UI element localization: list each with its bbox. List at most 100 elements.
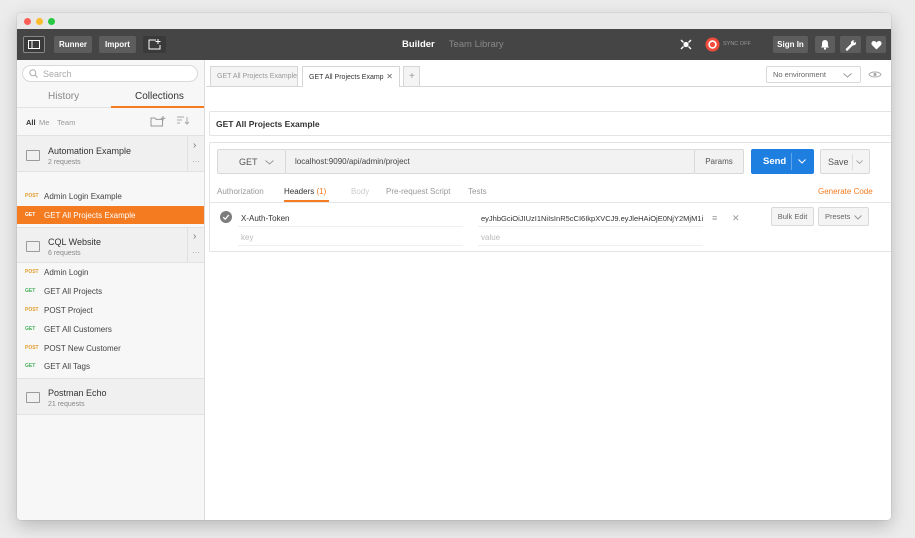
request-name-field[interactable]: GET All Projects Example [209,111,891,136]
chevron-down-icon [854,215,862,220]
tab-collections[interactable]: Collections [135,91,184,102]
subtab-divider [209,202,891,203]
send-divider [791,153,792,170]
runner-button[interactable]: Runner [54,36,92,53]
delete-header-icon[interactable]: ✕ [732,213,740,224]
sidebar-item-get-all-projects-example[interactable]: GET GET All Projects Example [17,206,204,224]
header-enabled-checkbox[interactable] [220,211,232,223]
params-button[interactable]: Params [694,149,744,174]
import-button[interactable]: Import [99,36,136,53]
collection-count: 6 requests [48,250,81,257]
tab-label: GET All Projects Example [217,73,298,80]
sidebar-item-admin-login-example[interactable]: POST Admin Login Example [17,187,204,205]
request-name-value: GET All Projects Example [216,118,320,129]
sort-button[interactable] [176,116,190,126]
tab-team-library[interactable]: Team Library [449,39,504,50]
notifications-button[interactable] [815,36,835,53]
tab-get-all-projects-example[interactable]: GET All Projects Example [210,66,298,86]
sidebar-item-get-all-tags[interactable]: GET GET All Tags [17,357,204,375]
toggle-sidebar-button[interactable] [23,36,45,53]
method-badge: POST [25,269,39,275]
maximize-window-button[interactable] [48,18,55,25]
sidebar-item-post-project[interactable]: POST POST Project [17,301,204,319]
title-bar [17,13,891,29]
more-options-icon[interactable]: ··· [192,248,200,257]
tab-authorization[interactable]: Authorization [217,187,264,196]
new-header-value-input[interactable]: value [481,233,500,242]
collections-tab-indicator [111,106,204,108]
more-options-icon[interactable]: ··· [192,157,200,166]
request-name: Admin Login [44,267,89,277]
sidebar-item-post-new-customer[interactable]: POST POST New Customer [17,339,204,357]
headers-count: (1) [316,187,327,196]
eye-icon [868,71,882,78]
tab-history[interactable]: History [48,91,79,102]
tab-body[interactable]: Body [351,187,369,196]
main-panel: GET All Projects Example GET All Project… [206,60,891,520]
request-name: GET All Projects Example [44,210,136,220]
method-select[interactable]: GET [217,149,286,174]
tab-pre-request-script[interactable]: Pre-request Script [386,187,450,196]
collection-postman-echo[interactable]: Postman Echo 21 requests [17,378,204,415]
header-value[interactable]: eyJhbGciOiJIUzI1NiIsInR5cCI6IkpXVCJ9.eyJ… [481,214,703,223]
close-tab-icon[interactable]: ✕ [386,72,393,81]
collection-automation-example[interactable]: Automation Example 2 requests › ··· [17,135,204,172]
bulk-edit-button[interactable]: Bulk Edit [771,207,814,226]
collection-actions: › ··· [187,228,204,262]
collection-count: 2 requests [48,159,81,166]
generate-code-link[interactable]: Generate Code [818,187,873,196]
sidebar: Search History Collections All Me Team A… [17,60,205,520]
new-tab-button[interactable]: + [403,66,420,86]
tab-tests[interactable]: Tests [468,187,487,196]
collection-name: Postman Echo [48,388,107,398]
tab-headers[interactable]: Headers (1) [284,187,326,196]
header-key[interactable]: X-Auth-Token [241,214,289,223]
sync-status[interactable] [705,37,720,52]
favorite-button[interactable] [866,36,886,53]
environment-quick-look-button[interactable] [868,70,882,79]
new-window-icon [148,39,161,50]
sidebar-item-get-all-projects[interactable]: GET GET All Projects [17,282,204,300]
chevron-right-icon[interactable]: › [193,140,196,151]
save-button[interactable]: Save [820,149,870,174]
request-name: GET All Tags [44,361,90,371]
tab-get-all-projects-examp-active[interactable]: GET All Projects Examp ✕ [302,66,400,87]
chevron-down-icon[interactable] [798,159,806,164]
view-tabs: Builder Team Library [402,29,504,60]
presets-button[interactable]: Presets [818,207,869,226]
method-badge: GET [25,288,36,294]
collection-count: 21 requests [48,401,85,408]
toolbar: Runner Import Builder Team Library SYNC … [17,29,891,60]
new-window-button[interactable] [143,36,166,53]
interceptor-button[interactable] [679,38,693,51]
sidebar-item-get-all-customers[interactable]: GET GET All Customers [17,320,204,338]
send-button[interactable]: Send [751,149,814,174]
filter-all[interactable]: All [26,118,36,127]
sync-label: SYNC OFF [723,41,751,47]
search-input[interactable]: Search [22,65,198,82]
url-value: localhost:9090/api/admin/project [295,157,410,166]
chevron-right-icon[interactable]: › [193,231,196,242]
chevron-down-icon[interactable] [856,160,863,164]
url-input[interactable]: localhost:9090/api/admin/project [285,149,695,174]
new-collection-button[interactable] [150,116,166,127]
collection-actions: › ··· [187,136,204,171]
tab-builder[interactable]: Builder [402,39,435,50]
hamburger-icon[interactable]: ≡ [712,213,717,223]
folder-icon [26,241,40,252]
sign-in-button[interactable]: Sign In [773,36,808,53]
environment-select[interactable]: No environment [766,66,861,83]
collection-cql-website[interactable]: CQL Website 6 requests › ··· [17,227,204,263]
request-name: POST New Customer [44,343,121,353]
filter-team[interactable]: Team [57,118,75,127]
value-underline [478,226,703,227]
method-badge: POST [25,345,39,351]
sidebar-item-admin-login[interactable]: POST Admin Login [17,263,204,281]
new-header-key-input[interactable]: key [241,233,253,242]
minimize-window-button[interactable] [36,18,43,25]
filter-me[interactable]: Me [39,118,49,127]
settings-button[interactable] [840,36,861,53]
tab-label: GET All Projects Examp [309,73,384,81]
chevron-down-icon [843,73,852,78]
close-window-button[interactable] [24,18,31,25]
